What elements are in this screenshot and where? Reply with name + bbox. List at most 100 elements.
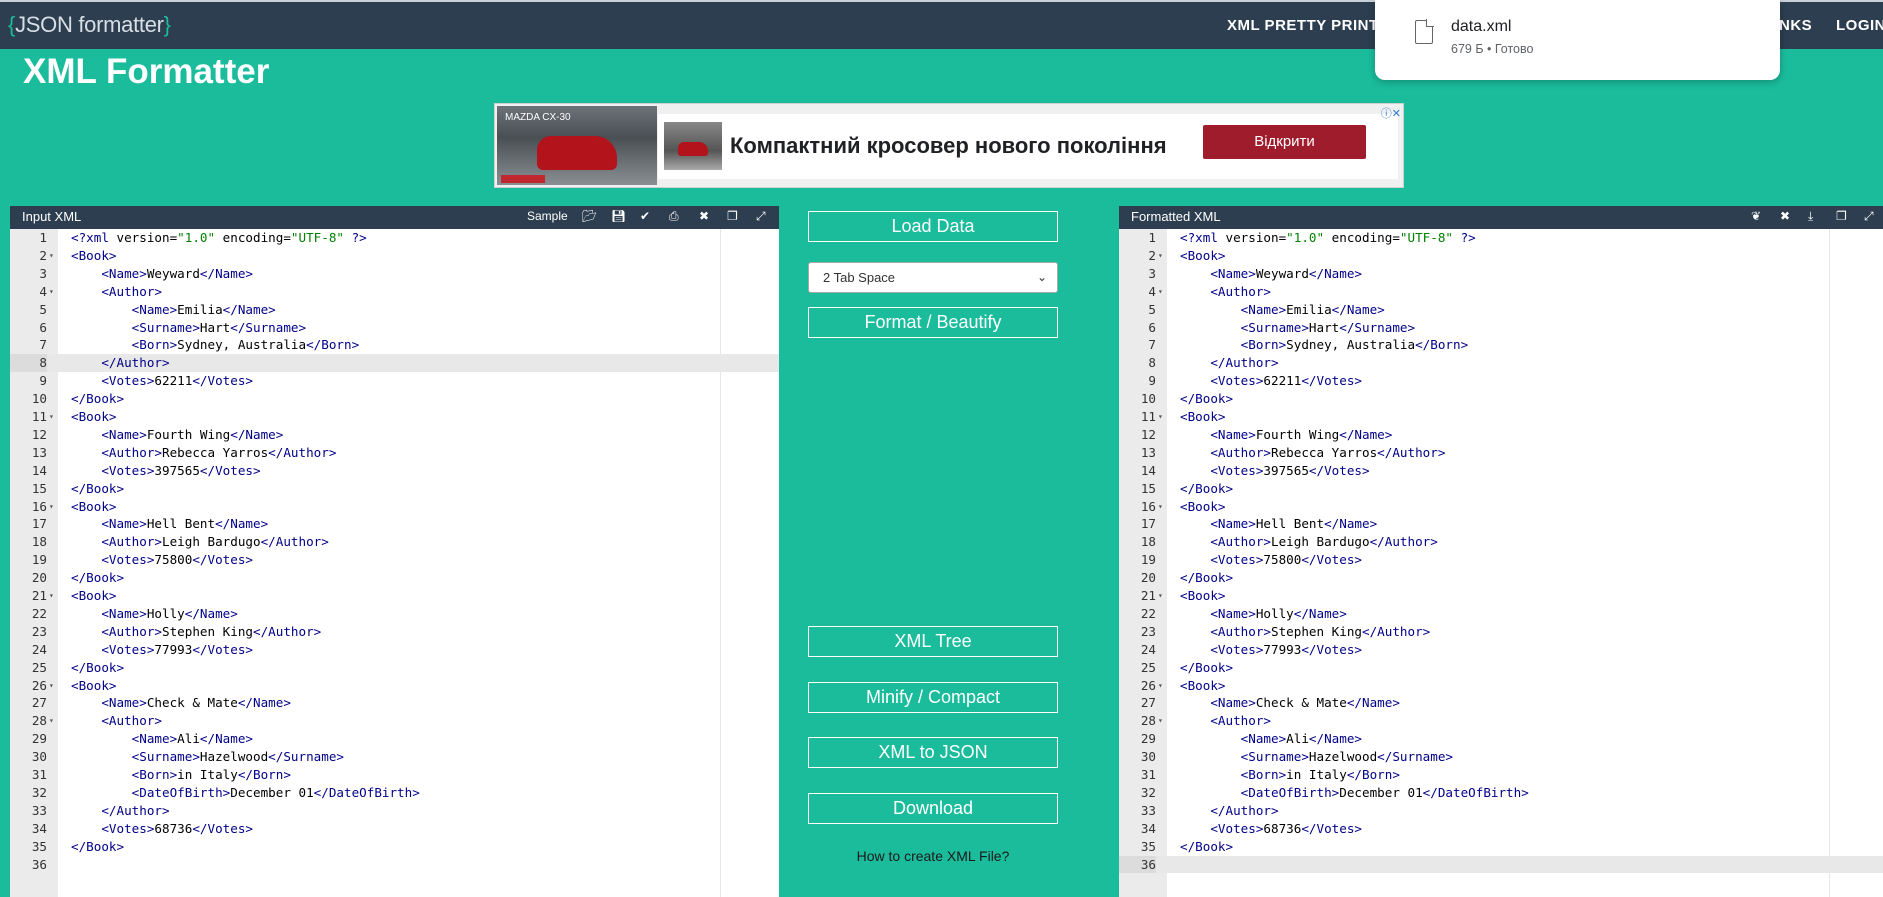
line-number[interactable]: 25: [10, 659, 47, 677]
code-text[interactable]: <Book>: [71, 498, 117, 516]
input-code-line[interactable]: 17 <Name>Hell Bent</Name>: [10, 515, 779, 533]
code-text[interactable]: <Author>Stephen King</Author>: [1180, 623, 1430, 641]
clear-icon[interactable]: ✖: [1780, 209, 1790, 223]
line-number[interactable]: 7: [10, 336, 47, 354]
input-code-line[interactable]: 19 <Votes>75800</Votes>: [10, 551, 779, 569]
format-beautify-button[interactable]: Format / Beautify: [808, 307, 1058, 338]
input-code-line[interactable]: 6 <Surname>Hart</Surname>: [10, 319, 779, 337]
line-number[interactable]: 20: [1119, 569, 1156, 587]
line-number[interactable]: 17: [10, 515, 47, 533]
code-text[interactable]: <Votes>62211</Votes>: [1180, 372, 1362, 390]
line-number[interactable]: 15: [1119, 480, 1156, 498]
line-number[interactable]: 4: [1119, 283, 1156, 301]
input-code-line[interactable]: 12 <Name>Fourth Wing</Name>: [10, 426, 779, 444]
output-code-line[interactable]: 1 <?xml version="1.0" encoding="UTF-8" ?>: [1119, 229, 1883, 247]
input-editor[interactable]: 1 <?xml version="1.0" encoding="UTF-8" ?>…: [10, 229, 779, 897]
code-text[interactable]: <?xml version="1.0" encoding="UTF-8" ?>: [71, 229, 367, 247]
code-text[interactable]: <DateOfBirth>December 01</DateOfBirth>: [71, 784, 420, 802]
fold-arrow-icon[interactable]: ▾: [49, 247, 54, 265]
sample-button[interactable]: Sample: [527, 209, 568, 223]
output-code-line[interactable]: 33 </Author>: [1119, 802, 1883, 820]
copy-icon[interactable]: ❐: [1836, 209, 1847, 223]
line-number[interactable]: 30: [10, 748, 47, 766]
code-text[interactable]: <Author>Rebecca Yarros</Author>: [71, 444, 336, 462]
line-number[interactable]: 11: [1119, 408, 1156, 426]
fold-arrow-icon[interactable]: ▾: [1158, 712, 1163, 730]
code-text[interactable]: <Votes>75800</Votes>: [71, 551, 253, 569]
input-code-line[interactable]: 8 </Author>: [10, 354, 779, 373]
minify-compact-button[interactable]: Minify / Compact: [808, 682, 1058, 713]
line-number[interactable]: 9: [10, 372, 47, 390]
ad-car-image[interactable]: MAZDA CX-30: [497, 106, 657, 185]
output-code-line[interactable]: 29 <Name>Ali</Name>: [1119, 730, 1883, 748]
input-code-line[interactable]: 24 <Votes>77993</Votes>: [10, 641, 779, 659]
line-number[interactable]: 27: [10, 694, 47, 712]
fold-arrow-icon[interactable]: ▾: [1158, 408, 1163, 426]
line-number[interactable]: 18: [1119, 533, 1156, 551]
code-text[interactable]: </Author>: [71, 802, 169, 820]
code-text[interactable]: <Book>: [71, 408, 117, 426]
ad-banner[interactable]: MAZDA CX-30 Компактний кросовер нового п…: [494, 103, 1404, 188]
output-code-line[interactable]: 35 </Book>: [1119, 838, 1883, 856]
fullscreen-icon[interactable]: ⤢: [1864, 209, 1874, 224]
line-number[interactable]: 36: [1119, 855, 1156, 874]
line-number[interactable]: 18: [10, 533, 47, 551]
code-text[interactable]: <DateOfBirth>December 01</DateOfBirth>: [1180, 784, 1529, 802]
output-code-line[interactable]: 15 </Book>: [1119, 480, 1883, 498]
code-text[interactable]: <Name>Emilia</Name>: [71, 301, 276, 319]
line-number[interactable]: 1: [10, 229, 47, 247]
fold-arrow-icon[interactable]: ▾: [49, 498, 54, 516]
code-text[interactable]: </Book>: [1180, 838, 1233, 856]
line-number[interactable]: 10: [1119, 390, 1156, 408]
line-number[interactable]: 2: [1119, 247, 1156, 265]
code-text[interactable]: <Author>: [1180, 283, 1271, 301]
line-number[interactable]: 5: [10, 301, 47, 319]
line-number[interactable]: 4: [10, 283, 47, 301]
line-number[interactable]: 14: [10, 462, 47, 480]
input-code-line[interactable]: 32 <DateOfBirth>December 01</DateOfBirth…: [10, 784, 779, 802]
output-code-line[interactable]: 16 ▾ <Book>: [1119, 498, 1883, 516]
code-text[interactable]: <Author>Leigh Bardugo</Author>: [71, 533, 329, 551]
download-button[interactable]: Download: [808, 793, 1058, 824]
code-text[interactable]: <?xml version="1.0" encoding="UTF-8" ?>: [1180, 229, 1476, 247]
line-number[interactable]: 19: [1119, 551, 1156, 569]
code-text[interactable]: <Name>Weyward</Name>: [1180, 265, 1362, 283]
output-code-line[interactable]: 23 <Author>Stephen King</Author>: [1119, 623, 1883, 641]
line-number[interactable]: 29: [10, 730, 47, 748]
line-number[interactable]: 20: [10, 569, 47, 587]
code-text[interactable]: <Name>Holly</Name>: [71, 605, 238, 623]
line-number[interactable]: 28: [1119, 712, 1156, 730]
input-code-line[interactable]: 31 <Born>in Italy</Born>: [10, 766, 779, 784]
code-text[interactable]: <Votes>397565</Votes>: [1180, 462, 1369, 480]
line-number[interactable]: 13: [1119, 444, 1156, 462]
fold-arrow-icon[interactable]: ▾: [1158, 587, 1163, 605]
line-number[interactable]: 11: [10, 408, 47, 426]
output-editor[interactable]: 1 <?xml version="1.0" encoding="UTF-8" ?>…: [1119, 229, 1883, 897]
input-code-line[interactable]: 33 </Author>: [10, 802, 779, 820]
output-code-line[interactable]: 34 <Votes>68736</Votes>: [1119, 820, 1883, 838]
input-code-line[interactable]: 21 ▾ <Book>: [10, 587, 779, 605]
line-number[interactable]: 27: [1119, 694, 1156, 712]
code-text[interactable]: <Author>: [1180, 712, 1271, 730]
fold-arrow-icon[interactable]: ▾: [49, 677, 54, 695]
input-code-line[interactable]: 7 <Born>Sydney, Australia</Born>: [10, 336, 779, 354]
clear-icon[interactable]: ✖: [699, 209, 709, 223]
input-code-line[interactable]: 16 ▾ <Book>: [10, 498, 779, 516]
code-text[interactable]: <Name>Ali</Name>: [1180, 730, 1362, 748]
line-number[interactable]: 26: [1119, 677, 1156, 695]
output-code-line[interactable]: 13 <Author>Rebecca Yarros</Author>: [1119, 444, 1883, 462]
input-code-line[interactable]: 28 ▾ <Author>: [10, 712, 779, 730]
output-code-line[interactable]: 19 <Votes>75800</Votes>: [1119, 551, 1883, 569]
code-text[interactable]: <Name>Hell Bent</Name>: [71, 515, 268, 533]
input-code-line[interactable]: 14 <Votes>397565</Votes>: [10, 462, 779, 480]
copy-icon[interactable]: ❐: [727, 209, 738, 223]
input-code-line[interactable]: 23 <Author>Stephen King</Author>: [10, 623, 779, 641]
line-number[interactable]: 32: [1119, 784, 1156, 802]
fold-arrow-icon[interactable]: ▾: [1158, 247, 1163, 265]
validate-check-icon[interactable]: ✔: [640, 209, 650, 223]
input-code-line[interactable]: 20 </Book>: [10, 569, 779, 587]
output-code-line[interactable]: 8 </Author>: [1119, 354, 1883, 372]
line-number[interactable]: 5: [1119, 301, 1156, 319]
download-icon[interactable]: ⤓: [1808, 209, 1813, 224]
output-code-line[interactable]: 27 <Name>Check & Mate</Name>: [1119, 694, 1883, 712]
